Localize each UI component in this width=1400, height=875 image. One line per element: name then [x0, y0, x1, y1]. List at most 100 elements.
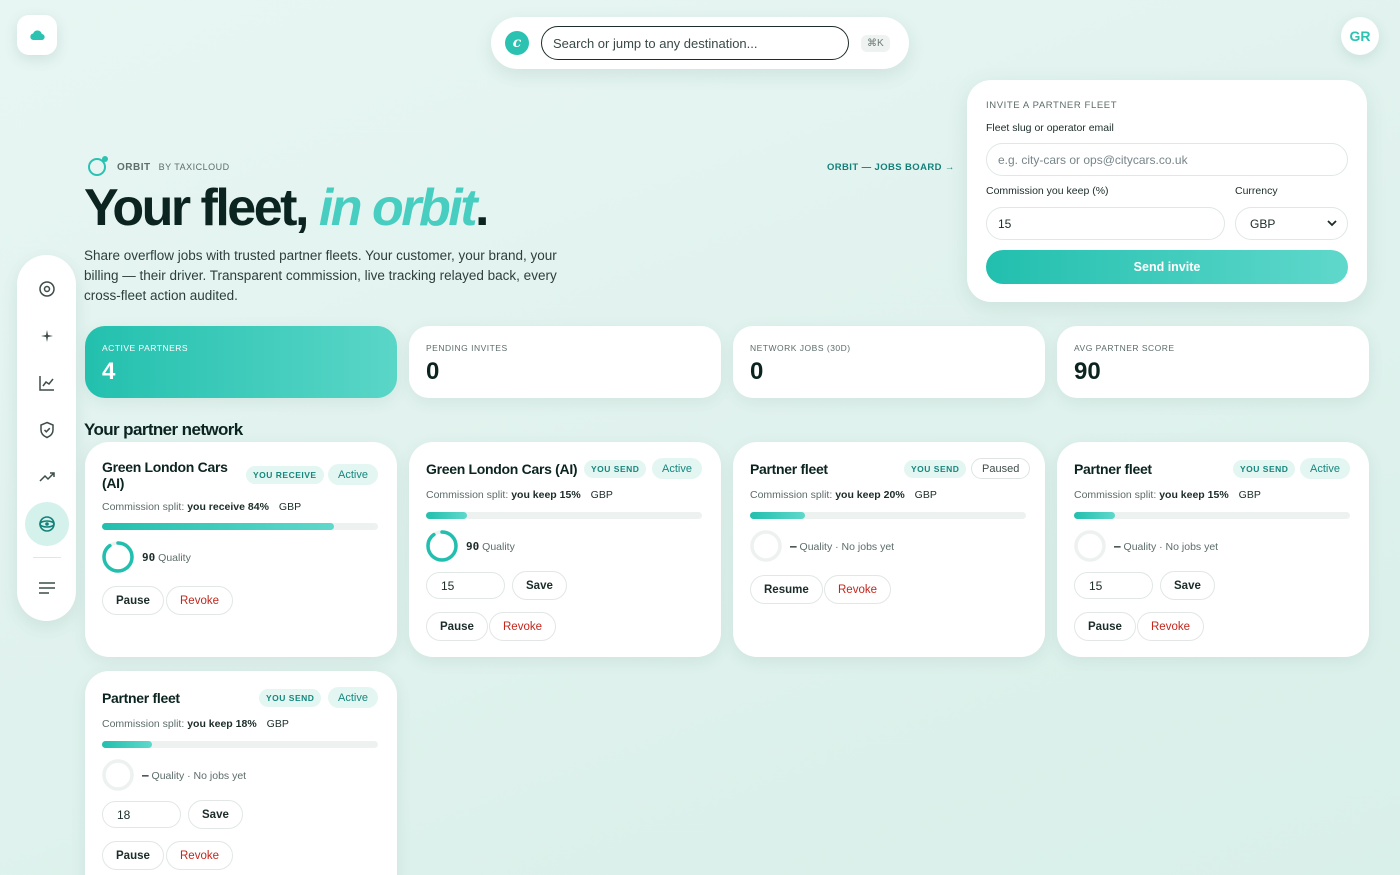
quality-score: — [142, 769, 149, 782]
commission-input[interactable]: 18 [102, 801, 181, 828]
save-button[interactable]: Save [1160, 571, 1215, 600]
sidebar-item-analytics[interactable] [25, 361, 69, 405]
partner-name: Green London Cars (AI) [102, 459, 228, 491]
title-end: . [475, 179, 489, 237]
commission-input[interactable]: 15 [986, 207, 1225, 240]
commission-split: Commission split: you keep 20% GBP [750, 489, 937, 501]
split-prefix: Commission split: [102, 718, 185, 730]
quality-ring-icon [1074, 530, 1106, 562]
revoke-button[interactable]: Revoke [166, 586, 233, 615]
direction-badge: YOU SEND [584, 460, 647, 478]
stat-network-jobs: NETWORK JOBS (30D) 0 [733, 326, 1045, 398]
jobs-board-link[interactable]: ORBIT — JOBS BOARD → [827, 162, 955, 173]
quality-label: — Quality · No jobs yet [1114, 540, 1218, 553]
commission-split: Commission split: you keep 15% GBP [426, 489, 613, 501]
revoke-button[interactable]: Revoke [166, 841, 233, 870]
partner-name: Partner fleet [1074, 461, 1152, 477]
save-button[interactable]: Save [188, 800, 243, 829]
fleet-slug-input[interactable]: e.g. city-cars or ops@citycars.co.uk [986, 143, 1348, 176]
pause-button[interactable]: Pause [102, 841, 164, 870]
pause-button[interactable]: Pause [426, 612, 488, 641]
revoke-button[interactable]: Revoke [489, 612, 556, 641]
split-value: you receive 84% [187, 501, 269, 513]
brand-row: ORBIT BY TAXICLOUD [88, 156, 230, 176]
quality-ring-icon [102, 541, 134, 573]
brand-byline: BY TAXICLOUD [158, 162, 230, 172]
stat-value: 4 [102, 358, 116, 385]
commission-bar [750, 512, 1026, 519]
cloud-icon [30, 30, 45, 41]
commission-input[interactable]: 15 [1074, 572, 1153, 599]
direction-badge: YOU RECEIVE [246, 466, 324, 484]
stat-avg-score: AVG PARTNER SCORE 90 [1057, 326, 1369, 398]
partner-card: Partner fleet YOU SEND Active Commission… [85, 671, 397, 875]
split-value: you keep 15% [1159, 489, 1229, 501]
status-badge: Active [1300, 458, 1350, 479]
sidebar-item-target[interactable] [25, 267, 69, 311]
invite-title: INVITE A PARTNER FLEET [986, 100, 1118, 111]
commission-label: Commission you keep (%) [986, 185, 1109, 197]
partner-name: Green London Cars (AI) [426, 461, 578, 477]
shield-check-icon [39, 421, 54, 439]
sidebar-item-sparkle[interactable] [25, 314, 69, 358]
split-prefix: Commission split: [426, 489, 509, 501]
commission-bar [102, 523, 378, 530]
status-badge: Active [652, 458, 702, 479]
sidebar-item-trends[interactable] [25, 455, 69, 499]
section-title: Your partner network [84, 420, 243, 439]
split-prefix: Commission split: [750, 489, 833, 501]
quality-label: 90 Quality [142, 551, 191, 564]
stat-active-partners: ACTIVE PARTNERS 4 [85, 326, 397, 398]
revoke-button[interactable]: Revoke [1137, 612, 1204, 641]
search-input[interactable] [541, 26, 849, 60]
pause-button[interactable]: Pause [102, 586, 164, 615]
sidebar-item-menu[interactable] [25, 566, 69, 610]
direction-badge: YOU SEND [1233, 460, 1296, 478]
revoke-button[interactable]: Revoke [824, 575, 891, 604]
quality-ring-icon [102, 759, 134, 791]
stat-value: 90 [1074, 358, 1101, 385]
brand-name: ORBIT [117, 161, 151, 173]
commission-bar-fill [750, 512, 806, 519]
direction-badge: YOU SEND [259, 689, 322, 707]
sidebar-item-orbit[interactable] [24, 502, 69, 546]
direction-badge: YOU SEND [904, 460, 967, 478]
home-logo-button[interactable] [17, 15, 57, 55]
target-icon [38, 281, 55, 297]
save-button[interactable]: Save [512, 571, 567, 600]
quality-label: — Quality · No jobs yet [790, 540, 894, 553]
stat-pending-invites: PENDING INVITES 0 [409, 326, 721, 398]
quality-text: Quality [482, 541, 515, 553]
status-badge: Active [328, 687, 378, 708]
shortcut-hint: ⌘K [861, 34, 890, 52]
split-prefix: Commission split: [1074, 489, 1157, 501]
send-invite-button[interactable]: Send invite [986, 250, 1348, 284]
command-search-bar: c ⌘K [491, 17, 909, 69]
split-value: you keep 20% [835, 489, 905, 501]
commission-bar-fill [102, 523, 334, 530]
quality-score: — [790, 540, 797, 553]
partner-card: Partner fleet YOU SEND Active Commission… [1057, 442, 1369, 657]
page-title: Your fleet, in orbit. [84, 178, 489, 238]
commission-split: Commission split: you receive 84% GBP [102, 501, 301, 513]
page-subtitle: Share overflow jobs with trusted partner… [84, 248, 557, 303]
quality-label: — Quality · No jobs yet [142, 769, 246, 782]
title-main: Your fleet, [84, 179, 319, 237]
quality-text: Quality [158, 552, 191, 564]
pause-button[interactable]: Pause [1074, 612, 1136, 641]
quality-score: — [1114, 540, 1121, 553]
sidebar-divider [32, 557, 61, 558]
resume-button[interactable]: Resume [750, 575, 823, 604]
quality-text: Quality · No jobs yet [799, 541, 895, 553]
user-avatar[interactable]: GR [1341, 17, 1379, 55]
quality-text: Quality · No jobs yet [1123, 541, 1219, 553]
quality-score: 90 [466, 540, 480, 553]
orbit-logo-icon [88, 156, 108, 176]
sparkle-icon [40, 330, 53, 342]
currency-select[interactable]: GBP [1235, 207, 1348, 240]
sidebar-item-security[interactable] [25, 408, 69, 452]
commission-input[interactable]: 15 [426, 572, 505, 599]
stat-label: PENDING INVITES [426, 343, 508, 353]
title-accent: in orbit [318, 179, 478, 237]
menu-icon [38, 582, 55, 594]
